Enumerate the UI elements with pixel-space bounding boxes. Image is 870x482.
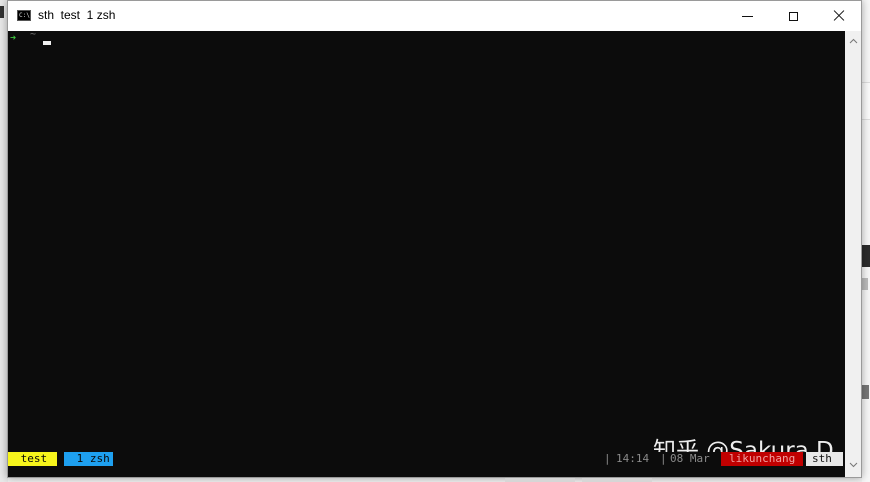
tmux-window-tab-test[interactable]: test xyxy=(8,452,57,466)
background-app-mark xyxy=(0,6,4,18)
maximize-button[interactable] xyxy=(770,1,816,31)
chevron-up-icon xyxy=(849,38,857,44)
background-app-right xyxy=(862,0,870,482)
status-separator: | xyxy=(604,452,611,465)
prompt-directory: ~ xyxy=(30,31,37,40)
maximize-icon xyxy=(788,11,798,21)
prompt-arrow: ➜ xyxy=(10,33,17,44)
background-app-block xyxy=(862,278,868,290)
terminal-area[interactable]: ➜ ~ 知乎 @Sakura.D test 1 zsh | 14:14 | 08… xyxy=(8,31,845,477)
tmux-window-tab-zsh[interactable]: 1 zsh xyxy=(64,452,113,466)
scroll-down-button[interactable] xyxy=(845,457,861,473)
vertical-scrollbar[interactable] xyxy=(845,31,861,477)
status-separator: | xyxy=(660,452,667,465)
minimize-button[interactable] xyxy=(724,1,770,31)
taskbar-hint xyxy=(582,478,652,482)
tmux-status-bar: test 1 zsh | 14:14 | 08 Mar likunchang s… xyxy=(8,452,845,467)
console-icon-label: C:\ xyxy=(19,12,30,19)
background-app-block xyxy=(862,385,869,399)
chevron-down-icon xyxy=(849,462,857,468)
text-cursor xyxy=(43,41,51,45)
terminal-window: C:\ sth test 1 zsh ➜ ~ 知乎 @Sakura.D test… xyxy=(7,0,862,478)
minimize-icon xyxy=(741,15,753,17)
desktop: C:\ sth test 1 zsh ➜ ~ 知乎 @Sakura.D test… xyxy=(0,0,870,482)
window-title: sth test 1 zsh xyxy=(38,8,116,22)
console-icon[interactable]: C:\ xyxy=(17,10,31,21)
title-bar[interactable]: C:\ sth test 1 zsh xyxy=(8,1,861,31)
scroll-track[interactable] xyxy=(849,51,857,451)
close-button[interactable] xyxy=(816,1,862,31)
taskbar-hint xyxy=(505,478,575,482)
status-user: likunchang xyxy=(721,452,803,466)
scroll-up-button[interactable] xyxy=(845,33,861,49)
status-date: 08 Mar xyxy=(670,452,710,465)
close-icon xyxy=(833,10,845,22)
status-host: sth xyxy=(806,452,843,466)
status-time: 14:14 xyxy=(616,452,650,465)
background-app-block xyxy=(862,245,870,267)
background-app-block xyxy=(862,82,870,120)
